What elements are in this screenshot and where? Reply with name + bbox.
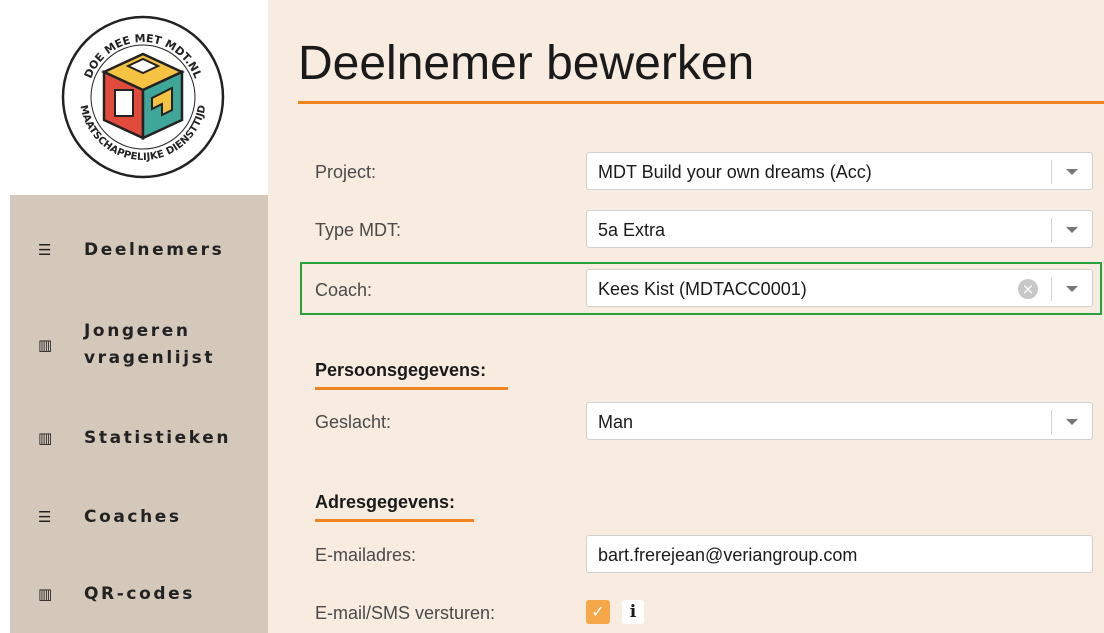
- clear-icon[interactable]: ×: [1018, 279, 1038, 299]
- sidebar-item-label: QR-codes: [84, 583, 195, 604]
- send-label: E-mail/SMS versturen:: [315, 603, 496, 623]
- sidebar-item-qr-codes[interactable]: ▥ QR-codes: [10, 579, 268, 609]
- info-icon[interactable]: i: [622, 600, 644, 624]
- chart-icon: ▥: [38, 585, 53, 603]
- section-divider: [315, 387, 508, 390]
- sidebar-item-statistieken[interactable]: ▥ Statistieken: [10, 423, 268, 453]
- type-mdt-value: 5a Extra: [598, 220, 666, 240]
- main-content: Deelnemer bewerken Project: MDT Build yo…: [268, 0, 1104, 633]
- geslacht-value: Man: [598, 412, 634, 432]
- chevron-down-icon[interactable]: [1066, 227, 1078, 233]
- mdt-logo[interactable]: DOE MEE MET MDT.NL MAATSCHAPPELIJKE DIEN…: [60, 14, 226, 180]
- sidebar-item-label: Jongeren vragenlijst: [84, 321, 216, 368]
- select-separator: [1051, 218, 1052, 242]
- title-divider: [298, 101, 1104, 104]
- sidebar-item-jongeren-vragenlijst[interactable]: ▥ Jongeren vragenlijst: [10, 317, 268, 373]
- type-mdt-label: Type MDT:: [315, 220, 402, 240]
- sidebar-item-deelnemers[interactable]: ☰ Deelnemers: [10, 235, 268, 265]
- project-value: MDT Build your own dreams (Acc): [598, 162, 872, 182]
- logo-area: DOE MEE MET MDT.NL MAATSCHAPPELIJKE DIEN…: [0, 0, 268, 195]
- coach-label: Coach:: [315, 280, 373, 300]
- email-value: bart.frerejean@veriangroup.com: [598, 545, 858, 565]
- sidebar-item-label: Statistieken: [84, 427, 232, 448]
- section-divider: [315, 519, 474, 522]
- select-separator: [1051, 160, 1052, 184]
- geslacht-label: Geslacht:: [315, 412, 392, 432]
- email-label: E-mailadres:: [315, 545, 417, 565]
- chevron-down-icon[interactable]: [1066, 286, 1078, 292]
- sidebar: DOE MEE MET MDT.NL MAATSCHAPPELIJKE DIEN…: [0, 0, 268, 633]
- chevron-down-icon[interactable]: [1066, 169, 1078, 175]
- chevron-down-icon[interactable]: [1066, 419, 1078, 425]
- sidebar-item-label: Coaches: [84, 506, 182, 527]
- persoonsgegevens-heading: Persoonsgegevens:: [315, 360, 487, 380]
- type-mdt-select[interactable]: 5a Extra: [586, 210, 1093, 248]
- adresgegevens-heading: Adresgegevens:: [315, 492, 456, 512]
- list-icon: ☰: [38, 241, 52, 259]
- select-separator: [1051, 277, 1052, 301]
- chart-icon: ▥: [38, 429, 53, 447]
- chart-icon: ▥: [38, 336, 53, 354]
- sidebar-item-label: Deelnemers: [84, 239, 225, 260]
- geslacht-select[interactable]: Man: [586, 402, 1093, 440]
- select-separator: [1051, 410, 1052, 434]
- email-field[interactable]: bart.frerejean@veriangroup.com: [586, 535, 1093, 573]
- project-select[interactable]: MDT Build your own dreams (Acc): [586, 152, 1093, 190]
- list-icon: ☰: [38, 508, 52, 526]
- page-title: Deelnemer bewerken: [298, 37, 755, 90]
- coach-value: Kees Kist (MDTACC0001): [598, 279, 807, 299]
- send-checkbox[interactable]: ✓: [586, 600, 610, 624]
- coach-select[interactable]: Kees Kist (MDTACC0001) ×: [586, 269, 1093, 307]
- sidebar-item-coaches[interactable]: ☰ Coaches: [10, 502, 268, 532]
- sidebar-nav: ☰ Deelnemers ▥ Jongeren vragenlijst ▥ St…: [10, 195, 268, 633]
- project-label: Project:: [315, 162, 377, 182]
